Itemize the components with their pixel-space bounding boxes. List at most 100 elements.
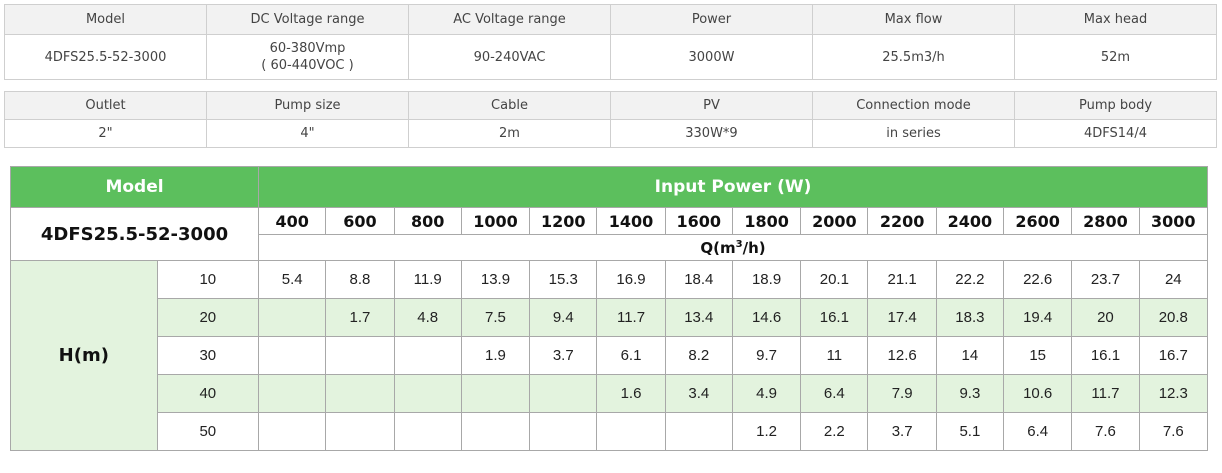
flow-value-cell: 3.4 [664, 374, 733, 413]
flow-unit-suffix: /h) [742, 238, 766, 257]
spec2-header-cable: Cable [408, 91, 611, 120]
flow-value-cell: 6.4 [1003, 412, 1073, 451]
perf-body: H(m) 10 5.4 8.8 11.9 13.9 15.3 16.9 18.4 18.9 20.1… [10, 260, 1209, 451]
flow-value-cell: 18.3 [935, 298, 1005, 337]
flow-value-cell: 16.1 [800, 298, 869, 337]
flow-value-cell [258, 336, 327, 375]
flow-value-cell [325, 374, 395, 413]
flow-value-cell: 13.9 [460, 260, 531, 299]
power-header-cell: 400 [258, 207, 327, 235]
flow-value-cell: 5.4 [258, 260, 327, 299]
spec2-header-connection-mode: Connection mode [812, 91, 1015, 120]
flow-value-cell: 8.8 [325, 260, 395, 299]
table-row: H(m) 10 5.4 8.8 11.9 13.9 15.3 16.9 18.4 18.9 20.1… [10, 260, 1209, 451]
spec-header-power: Power [610, 4, 813, 35]
perf-title-row: Model Input Power (W) [9, 166, 1208, 208]
flow-value-cell: 14 [935, 336, 1005, 375]
spec-value-dc-voltage: 60-380Vmp ( 60-440VOC ) [206, 34, 409, 80]
spec-header-ac-voltage: AC Voltage range [408, 4, 611, 35]
spec-value-max-flow: 25.5m3/h [812, 34, 1015, 80]
flow-value-cell: 16.9 [596, 260, 666, 299]
spec-header-max-flow: Max flow [812, 4, 1015, 35]
flow-value-cell [664, 412, 733, 451]
flow-value-cell: 21.1 [867, 260, 937, 299]
flow-value-cell: 20 [1071, 298, 1140, 337]
flow-value-cell [258, 412, 327, 451]
flow-value-cell: 1.6 [596, 374, 666, 413]
spec-table-installation: Outlet Pump size Cable PV Connection mod… [4, 91, 1217, 148]
perf-power-row: 4DFS25.5-52-3000 400 600 800 1000 1200 1400 16… [9, 207, 1209, 261]
flow-value-cell: 14.6 [731, 298, 802, 337]
perf-model-name: 4DFS25.5-52-3000 [9, 207, 260, 261]
flow-value-cell [393, 336, 462, 375]
flow-value-cell: 1.2 [731, 412, 802, 451]
performance-table: Model Input Power (W) 4DFS25.5-52-3000 4… [9, 166, 1209, 451]
head-axis-label: H(m) [10, 260, 158, 451]
spec2-value-pump-body: 4DFS14/4 [1014, 119, 1217, 148]
flow-value-cell: 23.7 [1071, 260, 1140, 299]
spec-table-electrical: Model DC Voltage range AC Voltage range … [4, 4, 1217, 80]
flow-value-cell [258, 298, 327, 337]
power-header-cell: 1200 [529, 207, 598, 235]
power-header-cell: 1400 [596, 207, 666, 235]
spec-value-ac-voltage: 90-240VAC [408, 34, 611, 80]
spec-value-power: 3000W [610, 34, 813, 80]
power-header-cell: 1800 [731, 207, 802, 235]
flow-value-cell: 9.7 [731, 336, 802, 375]
flow-unit-prefix: Q(m [700, 238, 736, 257]
flow-value-cell: 5.1 [935, 412, 1005, 451]
flow-unit-superscript: 3 [735, 238, 743, 250]
head-value-cell: 10 [156, 260, 260, 299]
flow-value-cell: 9.4 [529, 298, 598, 337]
flow-value-cell: 18.9 [731, 260, 802, 299]
flow-value-cell: 15 [1003, 336, 1073, 375]
power-header-cell: 2000 [800, 207, 869, 235]
flow-value-cell: 17.4 [867, 298, 937, 337]
flow-value-cell [529, 412, 598, 451]
perf-model-header: Model [9, 166, 260, 208]
flow-value-cell: 11.9 [393, 260, 462, 299]
power-header-cell: 2800 [1071, 207, 1140, 235]
flow-value-cell: 8.2 [664, 336, 733, 375]
flow-value-cell: 13.4 [664, 298, 733, 337]
flow-value-cell: 16.1 [1071, 336, 1140, 375]
spec-header-dc-voltage: DC Voltage range [206, 4, 409, 35]
flow-value-cell [460, 374, 531, 413]
table-row: 40 1.6 3.4 4.9 6.4 7.9 9.3 10.6 11.7 12.3 [11, 374, 1209, 413]
flow-value-cell: 4.8 [393, 298, 462, 337]
power-header-cell: 800 [393, 207, 462, 235]
flow-value-cell [460, 412, 531, 451]
flow-value-cell: 7.9 [867, 374, 937, 413]
flow-unit-label: Q(m3/h) [258, 234, 1208, 261]
perf-input-power-header: Input Power (W) [258, 166, 1208, 208]
flow-value-cell: 11 [800, 336, 869, 375]
spec-value-model: 4DFS25.5-52-3000 [4, 34, 207, 80]
spec2-header-pump-body: Pump body [1014, 91, 1217, 120]
flow-value-cell: 7.5 [460, 298, 531, 337]
flow-value-cell: 1.9 [460, 336, 531, 375]
power-header-cell: 2600 [1003, 207, 1073, 235]
flow-value-cell: 16.7 [1138, 336, 1209, 375]
spec-header-row: Model DC Voltage range AC Voltage range … [4, 4, 1217, 35]
flow-value-cell [393, 412, 462, 451]
flow-value-cell [258, 374, 327, 413]
table-row: 20 1.7 4.8 7.5 9.4 11.7 13.4 14.6 16.1 17.4 18.3 19… [11, 298, 1209, 337]
flow-value-cell: 12.6 [867, 336, 937, 375]
flow-value-cell: 22.6 [1003, 260, 1073, 299]
spec2-value-cable: 2m [408, 119, 611, 148]
dc-voltage-mp: 60-380Vmp [269, 41, 346, 56]
flow-value-cell: 4.9 [731, 374, 802, 413]
flow-value-cell: 20.1 [800, 260, 869, 299]
flow-value-cell: 11.7 [596, 298, 666, 337]
spec2-header-pv: PV [610, 91, 813, 120]
spec2-value-outlet: 2" [4, 119, 207, 148]
flow-value-cell [529, 374, 598, 413]
power-header-cell: 600 [325, 207, 395, 235]
head-value-cell: 50 [156, 412, 260, 451]
power-header-cell: 2400 [935, 207, 1005, 235]
power-header-cell: 1000 [460, 207, 531, 235]
head-value-cell: 30 [156, 336, 260, 375]
head-value-cell: 20 [156, 298, 260, 337]
power-header-cell: 3000 [1138, 207, 1209, 235]
flow-value-cell: 20.8 [1138, 298, 1209, 337]
